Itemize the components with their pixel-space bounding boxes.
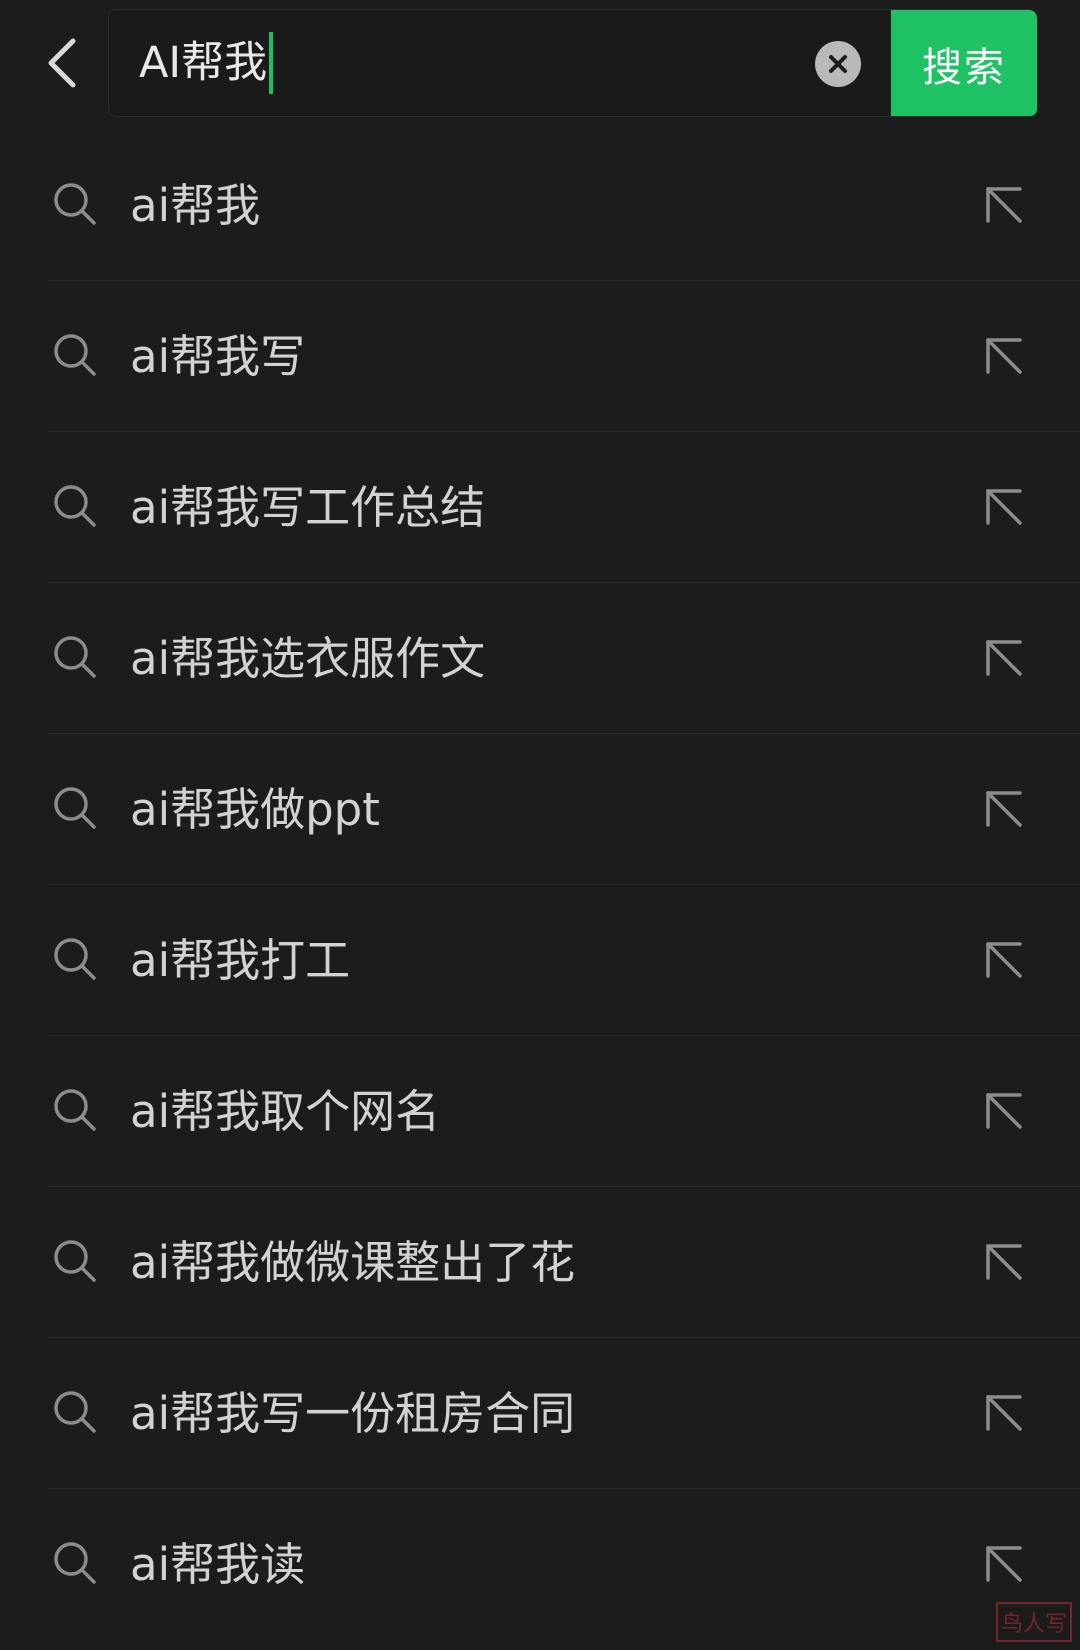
arrow-up-left-icon[interactable] [984, 336, 1024, 376]
search-icon [54, 485, 96, 527]
search-input[interactable] [139, 10, 789, 116]
suggestion-item[interactable]: ai帮我写 [0, 281, 1080, 432]
search-icon [54, 938, 96, 980]
back-button[interactable] [28, 28, 98, 98]
suggestion-item[interactable]: ai帮我写一份租房合同 [0, 1338, 1080, 1489]
search-icon [54, 334, 96, 376]
search-icon [54, 1240, 96, 1282]
suggestion-label: ai帮我写一份租房合同 [130, 1387, 576, 1440]
suggestion-label: ai帮我取个网名 [130, 1085, 441, 1138]
suggestion-item[interactable]: ai帮我写工作总结 [0, 432, 1080, 583]
arrow-up-left-icon[interactable] [984, 487, 1024, 527]
watermark-stamp: 鸟人写 [996, 1602, 1072, 1642]
suggestion-label: ai帮我读 [130, 1538, 306, 1591]
suggestion-label: ai帮我做微课整出了花 [130, 1236, 576, 1289]
suggestion-label: ai帮我做ppt [130, 783, 380, 836]
arrow-up-left-icon[interactable] [984, 1091, 1024, 1131]
suggestion-label: ai帮我 [130, 179, 261, 232]
arrow-up-left-icon[interactable] [984, 638, 1024, 678]
suggestion-label: ai帮我选衣服作文 [130, 632, 486, 685]
arrow-up-left-icon[interactable] [984, 940, 1024, 980]
suggestion-item[interactable]: ai帮我取个网名 [0, 1036, 1080, 1187]
suggestion-label: ai帮我写工作总结 [130, 481, 486, 534]
chevron-left-icon [48, 38, 76, 88]
arrow-up-left-icon[interactable] [984, 1393, 1024, 1433]
watermark-text: 鸟人写 [1000, 1612, 1067, 1637]
suggestion-label: ai帮我打工 [130, 934, 351, 987]
search-icon [54, 1391, 96, 1433]
search-box: AI帮我 搜索 [108, 9, 1038, 117]
suggestion-item[interactable]: ai帮我做ppt [0, 734, 1080, 885]
search-button[interactable]: 搜索 [891, 10, 1037, 116]
suggestion-item[interactable]: ai帮我 [0, 130, 1080, 281]
arrow-up-left-icon[interactable] [984, 185, 1024, 225]
search-icon [54, 1542, 96, 1584]
search-icon [54, 787, 96, 829]
search-header: AI帮我 搜索 [0, 0, 1080, 130]
clear-circle-icon [829, 55, 847, 73]
arrow-up-left-icon[interactable] [984, 1544, 1024, 1584]
search-icon [54, 183, 96, 225]
suggestion-item[interactable]: ai帮我做微课整出了花 [0, 1187, 1080, 1338]
suggestion-label: ai帮我写 [130, 330, 306, 383]
search-suggestion-page: AI帮我 搜索 ai帮我 ai帮我写 ai帮我写工作总结 ai帮我选衣服作文 ai帮我做… [0, 0, 1080, 1650]
arrow-up-left-icon[interactable] [984, 1242, 1024, 1282]
arrow-up-left-icon[interactable] [984, 789, 1024, 829]
suggestion-item[interactable]: ai帮我读 [0, 1489, 1080, 1640]
suggestion-list: ai帮我 ai帮我写 ai帮我写工作总结 ai帮我选衣服作文 ai帮我做ppt ai帮我打… [0, 130, 1080, 1640]
search-icon [54, 636, 96, 678]
suggestion-item[interactable]: ai帮我选衣服作文 [0, 583, 1080, 734]
clear-button[interactable] [815, 41, 861, 87]
search-icon [54, 1089, 96, 1131]
suggestion-item[interactable]: ai帮我打工 [0, 885, 1080, 1036]
